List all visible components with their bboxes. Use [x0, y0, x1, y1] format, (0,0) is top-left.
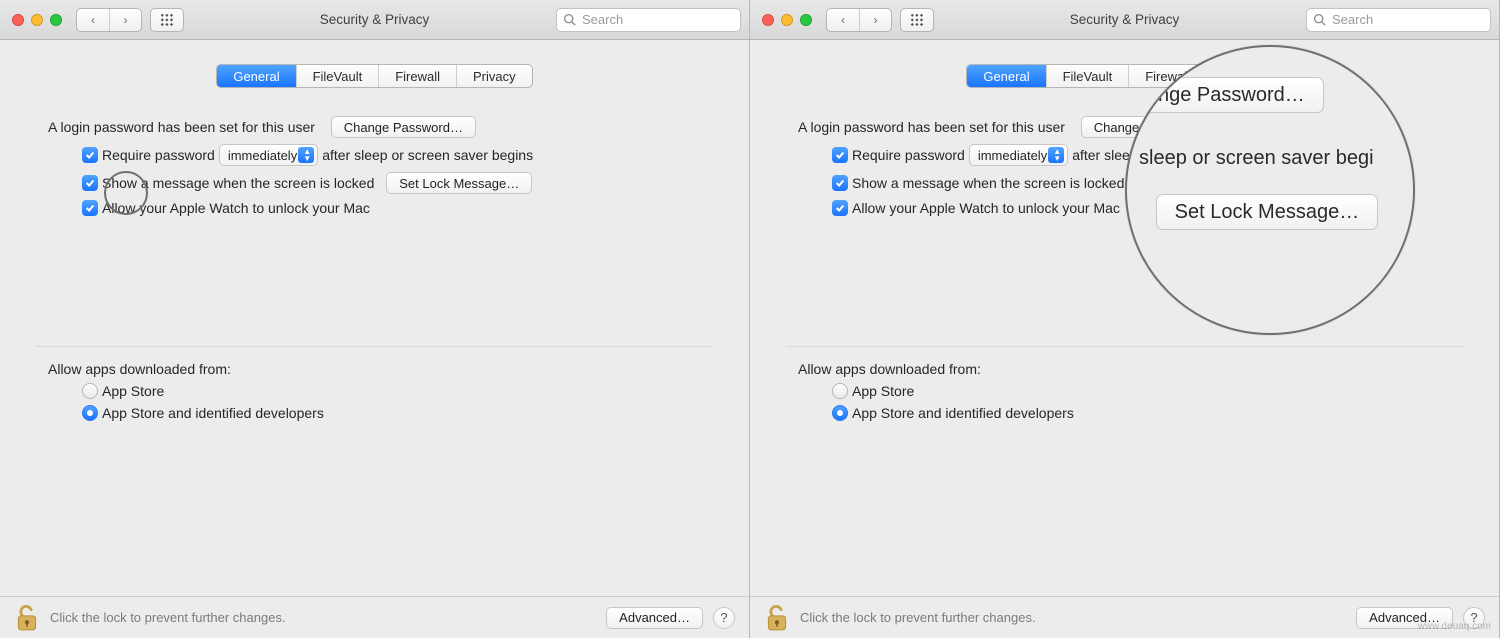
allow-appstore-radio[interactable] — [832, 383, 848, 399]
search-icon — [563, 13, 576, 26]
section-divider — [786, 346, 1463, 347]
titlebar: ‹ › Security & Privacy — [750, 0, 1499, 40]
updown-arrows-icon: ▲▼ — [303, 148, 311, 162]
gatekeeper-section: Allow apps downloaded from: App Store Ap… — [48, 361, 701, 421]
login-password-text: A login password has been set for this u… — [798, 119, 1065, 135]
tab-general[interactable]: General — [967, 65, 1045, 87]
chevron-right-icon: › — [874, 13, 878, 27]
require-password-delay-value: immediately — [978, 148, 1047, 163]
unlock-icon[interactable] — [14, 603, 40, 633]
require-password-delay-select[interactable]: immediately ▲▼ — [219, 144, 318, 166]
chevron-left-icon: ‹ — [91, 13, 95, 27]
login-password-text: A login password has been set for this u… — [48, 119, 315, 135]
checkmark-icon — [85, 150, 95, 160]
nav-back-forward: ‹ › — [76, 8, 142, 32]
checkmark-icon — [85, 178, 95, 188]
allow-identified-label: App Store and identified developers — [102, 405, 324, 421]
allow-appstore-radio[interactable] — [82, 383, 98, 399]
tab-filevault[interactable]: FileVault — [296, 65, 379, 87]
show-lock-message-label: Show a message when the screen is locked — [852, 175, 1124, 191]
prefs-window-left: ‹ › Security & Privacy General FileVault… — [0, 0, 750, 638]
search-icon — [1313, 13, 1326, 26]
login-password-section: A login password has been set for this u… — [48, 116, 701, 216]
magnified-set-lock-message-button[interactable]: Set Lock Message… — [1156, 194, 1379, 230]
minimize-window-button[interactable] — [781, 14, 793, 26]
require-password-label: Require password — [852, 147, 965, 163]
require-password-delay-value: immediately — [228, 148, 297, 163]
checkmark-icon — [835, 178, 845, 188]
search-input[interactable] — [1330, 11, 1484, 28]
require-password-delay-select[interactable]: immediately ▲▼ — [969, 144, 1068, 166]
footer: Click the lock to prevent further change… — [750, 596, 1499, 638]
tabs: General FileVault Firewall Privacy — [36, 64, 713, 88]
footer: Click the lock to prevent further change… — [0, 596, 749, 638]
lock-hint-text: Click the lock to prevent further change… — [800, 610, 1036, 625]
require-password-tail: after sleep or screen saver begins — [322, 147, 533, 163]
gatekeeper-heading: Allow apps downloaded from: — [798, 361, 981, 377]
tab-privacy[interactable]: Privacy — [456, 65, 532, 87]
titlebar: ‹ › Security & Privacy — [0, 0, 749, 40]
require-password-label: Require password — [102, 147, 215, 163]
watermark-text: www.deuaq.com — [1418, 621, 1491, 632]
checkmark-icon — [85, 203, 95, 213]
tab-firewall[interactable]: Firewall — [378, 65, 456, 87]
grid-icon — [910, 13, 924, 27]
close-window-button[interactable] — [12, 14, 24, 26]
gatekeeper-section: Allow apps downloaded from: App Store Ap… — [798, 361, 1451, 421]
require-password-checkbox[interactable] — [832, 147, 848, 163]
forward-button[interactable]: › — [859, 9, 891, 31]
allow-identified-radio[interactable] — [82, 405, 98, 421]
search-input[interactable] — [580, 11, 734, 28]
allow-appstore-label: App Store — [102, 383, 164, 399]
show-all-prefs-button[interactable] — [900, 8, 934, 32]
apple-watch-unlock-label: Allow your Apple Watch to unlock your Ma… — [852, 200, 1120, 216]
apple-watch-unlock-label: Allow your Apple Watch to unlock your Ma… — [102, 200, 370, 216]
search-field[interactable] — [556, 8, 741, 32]
help-button[interactable]: ? — [713, 607, 735, 629]
search-field[interactable] — [1306, 8, 1491, 32]
apple-watch-unlock-checkbox[interactable] — [82, 200, 98, 216]
zoom-window-button[interactable] — [800, 14, 812, 26]
allow-identified-radio[interactable] — [832, 405, 848, 421]
set-lock-message-button[interactable]: Set Lock Message… — [386, 172, 532, 194]
tab-general[interactable]: General — [217, 65, 295, 87]
zoom-window-button[interactable] — [50, 14, 62, 26]
allow-appstore-label: App Store — [852, 383, 914, 399]
close-window-button[interactable] — [762, 14, 774, 26]
tab-filevault[interactable]: FileVault — [1046, 65, 1129, 87]
checkmark-icon — [835, 203, 845, 213]
updown-arrows-icon: ▲▼ — [1053, 148, 1061, 162]
show-lock-message-checkbox[interactable] — [832, 175, 848, 191]
change-password-button[interactable]: Change Password… — [331, 116, 476, 138]
back-button[interactable]: ‹ — [77, 9, 109, 31]
allow-identified-label: App Store and identified developers — [852, 405, 1074, 421]
grid-icon — [160, 13, 174, 27]
tabgroup: General FileVault Firewall Privacy — [216, 64, 532, 88]
show-lock-message-label: Show a message when the screen is locked — [102, 175, 374, 191]
apple-watch-unlock-checkbox[interactable] — [832, 200, 848, 216]
forward-button[interactable]: › — [109, 9, 141, 31]
unlock-icon[interactable] — [764, 603, 790, 633]
traffic-lights — [12, 14, 62, 26]
chevron-left-icon: ‹ — [841, 13, 845, 27]
back-button[interactable]: ‹ — [827, 9, 859, 31]
traffic-lights — [762, 14, 812, 26]
lock-hint-text: Click the lock to prevent further change… — [50, 610, 286, 625]
require-password-checkbox[interactable] — [82, 147, 98, 163]
minimize-window-button[interactable] — [31, 14, 43, 26]
magnified-change-password-button[interactable]: nge Password… — [1139, 77, 1324, 113]
content-area: General FileVault Firewall Privacy A log… — [0, 40, 749, 596]
nav-back-forward: ‹ › — [826, 8, 892, 32]
gatekeeper-heading: Allow apps downloaded from: — [48, 361, 231, 377]
chevron-right-icon: › — [124, 13, 128, 27]
annotation-magnifier: nge Password… sleep or screen saver begi… — [1125, 45, 1415, 335]
magnified-sleep-text: sleep or screen saver begi — [1139, 147, 1374, 169]
section-divider — [36, 346, 713, 347]
prefs-window-right: ‹ › Security & Privacy General FileVault… — [750, 0, 1500, 638]
show-all-prefs-button[interactable] — [150, 8, 184, 32]
show-lock-message-checkbox[interactable] — [82, 175, 98, 191]
advanced-button[interactable]: Advanced… — [606, 607, 703, 629]
checkmark-icon — [835, 150, 845, 160]
